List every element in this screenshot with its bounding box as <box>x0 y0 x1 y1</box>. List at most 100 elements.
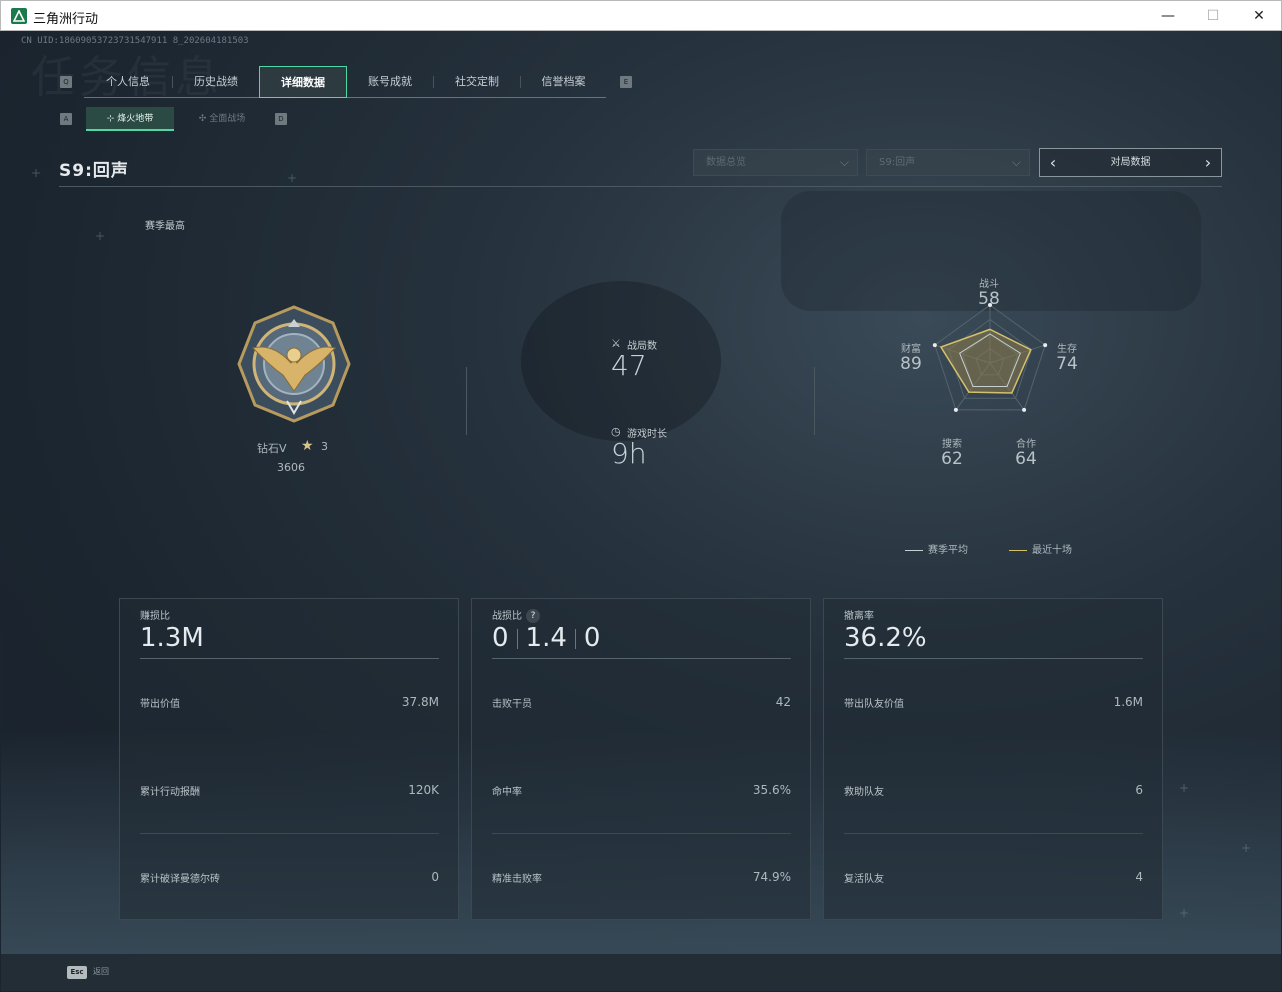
minimize-button[interactable]: — <box>1158 6 1178 26</box>
row-value: 120K <box>408 783 439 797</box>
radar-vertex-point <box>988 303 992 307</box>
card-divider <box>844 658 1143 659</box>
row-label: 救助队友 <box>844 787 884 798</box>
card-head-value: 36.2% <box>844 623 927 653</box>
legend-line-avg <box>905 549 923 551</box>
legend-label: 最近十场 <box>1032 545 1072 556</box>
subtab-full-battlefield[interactable]: ✣ 全面战场 <box>177 107 267 131</box>
legend-line-recent <box>1009 549 1027 551</box>
card-row: 击败干员 42 <box>492 695 791 710</box>
card-divider <box>844 833 1143 834</box>
help-icon[interactable]: ? <box>526 609 540 623</box>
profit-loss-card: 赚损比 1.3M 带出价值 37.8M 累计行动报酬 120K 累计破译曼德尔砖 0 <box>119 598 459 920</box>
crosshair-icon: ✣ <box>198 114 210 124</box>
playtime-value: 9h <box>611 437 647 470</box>
close-button[interactable]: ✕ <box>1249 6 1269 26</box>
card-row: 累计破译曼德尔砖 0 <box>140 870 439 885</box>
kd-value-c: 0 <box>583 623 601 653</box>
chevron-right-icon[interactable]: › <box>1199 149 1217 176</box>
subtab-next-key[interactable]: D <box>275 113 287 125</box>
season-dropdown[interactable]: S9:回声 ⌵ <box>866 149 1030 176</box>
dropdown-value: S9:回声 <box>879 157 916 168</box>
subtab-hazard-zone[interactable]: ⊹ 烽火地带 <box>86 107 174 131</box>
card-head-label: 赚损比 <box>140 611 170 622</box>
tab-social-custom[interactable]: 社交定制 <box>434 66 520 98</box>
radar-label-search: 搜索 <box>942 439 962 450</box>
card-divider <box>492 833 791 834</box>
app-logo-icon <box>11 8 27 24</box>
row-label: 带出队友价值 <box>844 699 904 710</box>
row-value: 0 <box>431 870 439 884</box>
row-label: 击败干员 <box>492 699 532 710</box>
tab-achievements[interactable]: 账号成就 <box>347 66 433 98</box>
kd-value-a: 0 <box>492 623 509 653</box>
deco-plus-icon: + <box>1241 841 1252 855</box>
user-uid: CN UID:18609053723731547911 8_2026041815… <box>21 36 249 46</box>
card-row: 复活队友 4 <box>844 870 1143 885</box>
match-data-pager: ‹ 对局数据 › <box>1039 148 1222 177</box>
row-label: 命中率 <box>492 787 522 798</box>
vertical-divider <box>814 367 815 435</box>
kd-separator <box>574 628 576 649</box>
header-divider <box>59 186 1222 187</box>
deco-plus-icon: + <box>1179 781 1190 795</box>
kd-separator <box>516 628 518 649</box>
pager-label[interactable]: 对局数据 <box>1111 157 1151 168</box>
chevron-left-icon[interactable]: ‹ <box>1044 149 1062 176</box>
matches-value: 47 <box>611 349 647 382</box>
radar-value-search: 62 <box>941 449 963 469</box>
kd-value-b: 1.4 <box>525 623 567 653</box>
radar-vertex-point <box>932 343 937 348</box>
season-title: S9:回声 <box>59 161 129 181</box>
row-label: 复活队友 <box>844 874 884 885</box>
row-value: 35.6% <box>752 783 791 797</box>
radar-chart <box>932 303 1048 412</box>
card-head-value: 1.3M <box>140 623 204 653</box>
bottom-bar: Esc 返回 <box>1 953 1281 991</box>
row-value: 37.8M <box>401 695 439 709</box>
card-divider <box>140 833 439 834</box>
game-screen: 任务信息 CN UID:18609053723731547911 8_20260… <box>1 31 1281 991</box>
card-row: 救助队友 6 <box>844 783 1143 798</box>
deco-plus-icon: + <box>287 171 298 185</box>
tab-detailed-data[interactable]: 详细数据 <box>259 66 347 98</box>
radar-vertex-point <box>1043 343 1048 348</box>
data-scope-dropdown[interactable]: 数据总览 ⌵ <box>693 149 858 176</box>
star-icon: ★ <box>301 438 314 454</box>
tab-credit-record[interactable]: 信誉档案 <box>521 66 606 98</box>
kd-card: 战损比? 0 1.4 0 击败干员 42 命中率 35.6% 精准击败率 74.9% <box>471 598 811 920</box>
esc-key-button[interactable]: Esc <box>67 966 87 979</box>
card-divider <box>492 658 791 659</box>
card-row: 累计行动报酬 120K <box>140 783 439 798</box>
row-value: 1.6M <box>1113 695 1143 709</box>
tab-prev-key[interactable]: Q <box>60 76 72 88</box>
chevron-down-icon: ⌵ <box>1011 155 1021 169</box>
radar-label-combat: 战斗 <box>979 279 999 290</box>
tab-next-key[interactable]: E <box>620 76 632 88</box>
tab-match-history[interactable]: 历史战绩 <box>173 66 259 98</box>
subtab-prev-key[interactable]: A <box>60 113 72 125</box>
row-label: 累计行动报酬 <box>140 787 200 798</box>
card-head-value: 0 1.4 0 <box>492 623 600 653</box>
row-label: 累计破译曼德尔砖 <box>140 874 220 885</box>
rank-star-count: 3 <box>321 440 328 453</box>
row-value: 6 <box>1135 783 1143 797</box>
radar-vertex-point <box>953 407 958 412</box>
row-value: 4 <box>1135 870 1143 884</box>
card-head-label: 战损比? <box>492 607 540 623</box>
deco-plus-icon: + <box>95 229 106 243</box>
target-icon: ⊹ <box>106 114 118 124</box>
dropdown-value: 数据总览 <box>706 157 746 168</box>
subtab-label: 烽火地带 <box>117 114 154 124</box>
main-tabs: 个人信息 历史战绩 详细数据 账号成就 社交定制 信誉档案 <box>84 66 606 98</box>
back-label[interactable]: 返回 <box>93 966 109 977</box>
maximize-button[interactable]: ☐ <box>1203 6 1223 26</box>
rank-name: 钻石V <box>257 442 287 455</box>
window-title-bar: 三角洲行动 — ☐ ✕ <box>0 0 1282 31</box>
vertical-divider <box>466 367 467 435</box>
rank-score: 3606 <box>277 461 305 474</box>
legend-recent: 最近十场 <box>1009 541 1072 556</box>
head-label-text: 战损比 <box>492 611 522 622</box>
tab-personal-info[interactable]: 个人信息 <box>84 66 172 98</box>
legend-label: 赛季平均 <box>928 545 968 556</box>
